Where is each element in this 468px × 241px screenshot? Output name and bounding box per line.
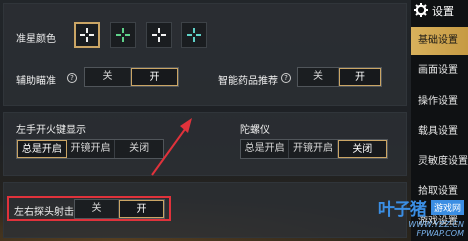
- watermark: 叶子猪 游戏网 WWW.YZZ.CN FPWAP.COM: [378, 195, 464, 238]
- watermark-url-2: FPWAP.COM: [416, 229, 464, 238]
- sidebar-item-vehicle[interactable]: 载具设置: [411, 118, 468, 146]
- sidebar-item-sensitivity[interactable]: 灵敏度设置: [411, 148, 468, 176]
- sidebar-item-controls[interactable]: 操作设置: [411, 88, 468, 116]
- sidebar-item-graphics[interactable]: 画面设置: [411, 57, 468, 85]
- sidebar-item-basic[interactable]: 基础设置: [411, 27, 468, 55]
- sidebar-title: 设置: [432, 5, 454, 18]
- gear-icon: [414, 3, 428, 17]
- watermark-logo: 叶子猪: [377, 200, 427, 220]
- settings-panel: 准星颜色 辅助瞄准 ? 关 开 智能药品推荐 ? 关 开 左手开火键显示 总是开…: [0, 0, 411, 241]
- pointer-arrow: [151, 118, 192, 176]
- watermark-tag: 游戏网: [430, 200, 464, 215]
- watermark-url: WWW.YZZ.CN: [408, 220, 464, 229]
